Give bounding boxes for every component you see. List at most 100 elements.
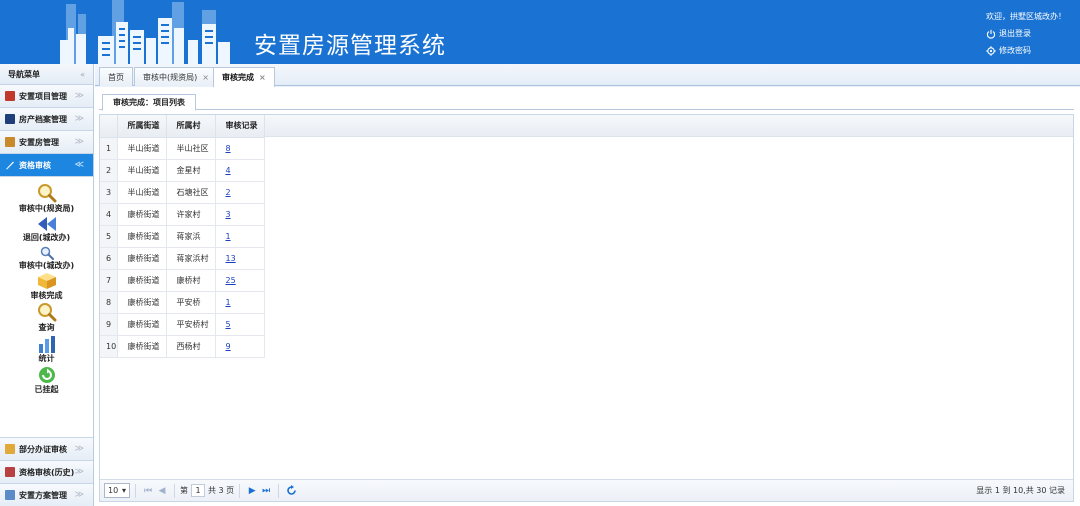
last-page-button[interactable]: ⏭ bbox=[259, 484, 273, 498]
records-link[interactable]: 4 bbox=[226, 166, 231, 175]
menu-item-reviewing-office[interactable]: 审核中(城改办) bbox=[0, 246, 93, 271]
section-label: 资格审核 bbox=[19, 160, 51, 170]
change-password-link[interactable]: 修改密码 bbox=[986, 42, 1066, 59]
close-icon[interactable]: × bbox=[202, 73, 209, 82]
close-icon[interactable]: × bbox=[259, 73, 266, 82]
book-icon bbox=[5, 91, 15, 101]
records-link[interactable]: 9 bbox=[226, 342, 231, 351]
sidebar-section-history[interactable]: 资格审核(历史) ≫ bbox=[0, 461, 93, 484]
menu-item-label: 审核完成 bbox=[30, 291, 63, 300]
tab-label: 审核中(规资局) bbox=[143, 72, 198, 82]
first-page-button[interactable]: ⏮ bbox=[141, 484, 155, 498]
records-link[interactable]: 8 bbox=[226, 144, 231, 153]
records-link[interactable]: 13 bbox=[226, 254, 236, 263]
cell-street: 半山街道 bbox=[117, 181, 167, 204]
logout-label: 退出登录 bbox=[999, 29, 1031, 38]
divider bbox=[135, 483, 136, 498]
records-link[interactable]: 1 bbox=[226, 232, 231, 241]
search-icon bbox=[37, 184, 56, 203]
cell-street: 康桥街道 bbox=[117, 203, 167, 226]
cell-street: 半山街道 bbox=[117, 159, 167, 182]
nav-header: 导航菜单 « bbox=[0, 64, 93, 85]
row-number: 10 bbox=[100, 335, 118, 358]
page-size-select[interactable]: 10 ▾ bbox=[104, 483, 130, 498]
sidebar-section-housing[interactable]: 安置房管理 ≫ bbox=[0, 131, 93, 154]
table-row[interactable]: 6 康桥街道 蒋家浜村 13 bbox=[100, 247, 265, 270]
menu-item-returned[interactable]: 退回(城改办) bbox=[0, 216, 93, 243]
cell-village: 蒋家浜 bbox=[166, 225, 216, 248]
collapse-sidebar-icon[interactable]: « bbox=[80, 70, 85, 79]
records-link[interactable]: 25 bbox=[226, 276, 236, 285]
cell-street: 康桥街道 bbox=[117, 291, 167, 314]
refresh-icon bbox=[38, 367, 55, 383]
gear-icon bbox=[986, 45, 996, 56]
menu-item-statistics[interactable]: 统计 bbox=[0, 335, 93, 364]
table-row[interactable]: 7 康桥街道 康桥村 25 bbox=[100, 269, 265, 292]
table-row[interactable]: 1 半山街道 半山社区 8 bbox=[100, 137, 265, 160]
sidebar-section-archive[interactable]: 房产档案管理 ≫ bbox=[0, 108, 93, 131]
column-header-street[interactable]: 所属街道 bbox=[117, 115, 167, 138]
menu-item-completed[interactable]: 审核完成 bbox=[0, 272, 93, 301]
column-header-village[interactable]: 所属村 bbox=[166, 115, 216, 138]
table-row[interactable]: 2 半山街道 金星村 4 bbox=[100, 159, 265, 182]
table-row[interactable]: 8 康桥街道 平安桥 1 bbox=[100, 291, 265, 314]
row-number: 3 bbox=[100, 181, 118, 204]
sidebar-section-project[interactable]: 安置项目管理 ≫ bbox=[0, 85, 93, 108]
table-row[interactable]: 3 半山街道 石塘社区 2 bbox=[100, 181, 265, 204]
tab-label: 首页 bbox=[108, 72, 124, 82]
project-grid: 所属街道 所属村 审核记录 1 半山街道 半山社区 8 2 半山街道 金星村 4 3 半山街道… bbox=[99, 114, 1074, 502]
tab-content: 审核完成：项目列表 所属街道 所属村 审核记录 1 半山街道 半山社区 8 2 半山街道… bbox=[95, 87, 1080, 506]
tab-home[interactable]: 首页 bbox=[99, 67, 133, 86]
row-number: 7 bbox=[100, 269, 118, 292]
cell-street: 康桥街道 bbox=[117, 335, 167, 358]
menu-item-reviewing-bureau[interactable]: 审核中(规资局) bbox=[0, 183, 93, 214]
table-row[interactable]: 10 康桥街道 西杨村 9 bbox=[100, 335, 265, 358]
next-page-button[interactable]: ▶ bbox=[245, 484, 259, 498]
city-skyline-logo bbox=[60, 0, 230, 64]
table-row[interactable]: 5 康桥街道 蒋家浜 1 bbox=[100, 225, 265, 248]
row-number: 6 bbox=[100, 247, 118, 270]
column-header-records[interactable]: 审核记录 bbox=[215, 115, 265, 138]
last-page-icon: ⏭ bbox=[262, 485, 271, 496]
table-row[interactable]: 4 康桥街道 许家村 3 bbox=[100, 203, 265, 226]
menu-item-label: 查询 bbox=[38, 323, 55, 332]
records-link[interactable]: 2 bbox=[226, 188, 231, 197]
records-link[interactable]: 3 bbox=[226, 210, 231, 219]
sidebar-section-partial-cert[interactable]: 部分办证审核 ≫ bbox=[0, 438, 93, 461]
user-area: 欢迎，拱墅区城改办！ 退出登录 修改密码 bbox=[986, 8, 1066, 59]
chevron-down-icon: ≫ bbox=[74, 114, 84, 124]
table-header-row: 所属街道 所属村 审核记录 bbox=[100, 115, 265, 138]
menu-item-suspended[interactable]: 已挂起 bbox=[0, 366, 93, 395]
nav-title: 导航菜单 bbox=[8, 69, 40, 79]
cell-records: 13 bbox=[215, 247, 265, 270]
section-label: 部分办证审核 bbox=[19, 444, 67, 454]
cell-records: 25 bbox=[215, 269, 265, 292]
row-number: 5 bbox=[100, 225, 118, 248]
chevron-down-icon: ≫ bbox=[74, 91, 84, 101]
caret-down-icon: ▾ bbox=[121, 486, 126, 495]
section-label: 房产档案管理 bbox=[19, 114, 67, 124]
menu-item-label: 退回(城改办) bbox=[22, 233, 71, 242]
prev-page-button[interactable]: ◀ bbox=[155, 484, 169, 498]
sidebar-section-plan[interactable]: 安置方案管理 ≫ bbox=[0, 484, 93, 506]
tab-reviewing-bureau[interactable]: 审核中(规资局) × bbox=[134, 67, 218, 86]
next-page-icon: ▶ bbox=[248, 485, 256, 496]
logout-link[interactable]: 退出登录 bbox=[986, 25, 1066, 42]
tab-completed[interactable]: 审核完成 × bbox=[213, 67, 275, 87]
cell-village: 康桥村 bbox=[166, 269, 216, 292]
sidebar-section-qualification[interactable]: 资格审核 ≪ bbox=[0, 154, 93, 177]
change-password-label: 修改密码 bbox=[999, 46, 1031, 55]
records-link[interactable]: 5 bbox=[226, 320, 231, 329]
refresh-button[interactable] bbox=[284, 484, 298, 498]
row-number: 4 bbox=[100, 203, 118, 226]
search-small-icon bbox=[40, 246, 54, 260]
subtab-project-list[interactable]: 审核完成：项目列表 bbox=[102, 94, 196, 111]
table-row[interactable]: 9 康桥街道 平安桥村 5 bbox=[100, 313, 265, 336]
cell-village: 许家村 bbox=[166, 203, 216, 226]
cell-records: 2 bbox=[215, 181, 265, 204]
main-area: 首页 审核中(规资局) × 审核完成 × 审核完成：项目列表 所属街道 所属村 bbox=[95, 64, 1080, 506]
page-number-input[interactable]: 1 bbox=[191, 484, 205, 497]
records-link[interactable]: 1 bbox=[226, 298, 231, 307]
menu-item-query[interactable]: 查询 bbox=[0, 302, 93, 333]
bar-chart-icon bbox=[38, 336, 55, 353]
